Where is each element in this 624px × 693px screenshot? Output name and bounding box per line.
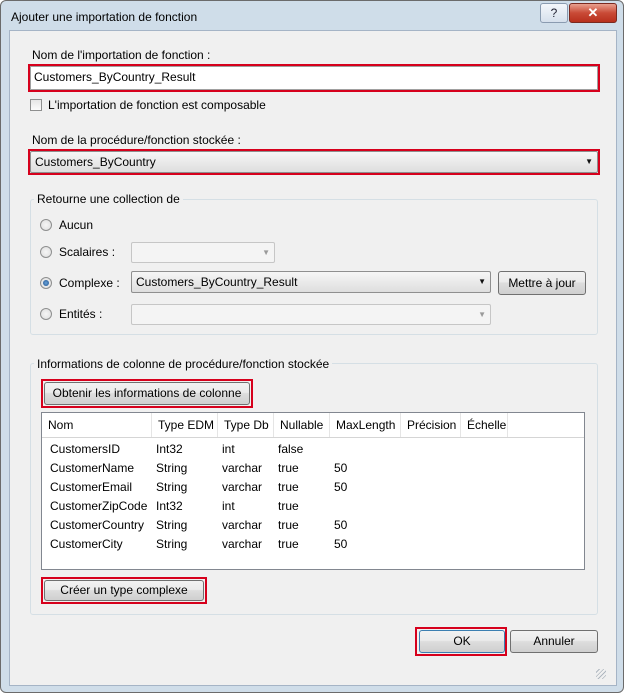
cell-name: CustomerCountry xyxy=(50,518,145,532)
close-icon: ✕ xyxy=(587,5,599,20)
cell-name: CustomerCity xyxy=(50,537,123,551)
dialog-window: Ajouter une importation de fonction ? ✕ … xyxy=(0,0,624,693)
highlight-ok-button xyxy=(415,627,507,656)
cell-maxlength: 50 xyxy=(334,461,348,475)
composable-checkbox[interactable] xyxy=(30,99,42,111)
column-info-list[interactable]: Nom Type EDM Type Db Nullable MaxLength … xyxy=(41,412,585,570)
cell-maxlength: 50 xyxy=(334,518,348,532)
highlight-stored-procedure xyxy=(28,149,600,175)
chevron-down-icon: ▼ xyxy=(478,277,486,286)
radio-scalars[interactable] xyxy=(40,246,52,258)
column-header-edm-type[interactable]: Type EDM xyxy=(152,413,218,437)
column-header-db-type[interactable]: Type Db xyxy=(218,413,274,437)
update-button[interactable]: Mettre à jour xyxy=(498,271,586,295)
highlight-name-input xyxy=(28,64,600,92)
radio-entities-label: Entités : xyxy=(59,307,103,321)
table-row[interactable]: CustomerName String varchar true 50 xyxy=(42,459,584,478)
table-row[interactable]: CustomerCity String varchar true 50 xyxy=(42,535,584,554)
table-row[interactable]: CustomersID Int32 int false xyxy=(42,440,584,459)
table-row[interactable]: CustomerCountry String varchar true 50 xyxy=(42,516,584,535)
cell-db-type: varchar xyxy=(222,537,263,551)
column-header-maxlength[interactable]: MaxLength xyxy=(330,413,401,437)
cell-name: CustomerEmail xyxy=(50,480,133,494)
radio-scalars-label: Scalaires : xyxy=(59,245,116,259)
cell-maxlength: 50 xyxy=(334,537,348,551)
cell-maxlength: 50 xyxy=(334,480,348,494)
dialog-content: Nom de l'importation de fonction : Custo… xyxy=(9,30,617,686)
radio-none[interactable] xyxy=(40,219,52,231)
window-title: Ajouter une importation de fonction xyxy=(11,10,198,24)
table-row[interactable]: CustomerEmail String varchar true 50 xyxy=(42,478,584,497)
cell-db-type: varchar xyxy=(222,480,263,494)
cell-nullable: true xyxy=(278,480,299,494)
cell-name: CustomersID xyxy=(50,442,121,456)
list-header: Nom Type EDM Type Db Nullable MaxLength … xyxy=(42,413,584,438)
cell-db-type: varchar xyxy=(222,518,263,532)
cell-db-type: varchar xyxy=(222,461,263,475)
scalars-select[interactable]: ▼ xyxy=(131,242,275,263)
cell-edm-type: String xyxy=(156,480,188,494)
cell-nullable: true xyxy=(278,461,299,475)
highlight-get-column-info xyxy=(41,379,253,408)
chevron-down-icon: ▼ xyxy=(262,248,270,257)
function-import-name-label: Nom de l'importation de fonction : xyxy=(32,48,211,62)
radio-none-label: Aucun xyxy=(59,218,94,232)
cell-db-type: int xyxy=(222,442,235,456)
cell-edm-type: String xyxy=(156,461,188,475)
help-icon: ? xyxy=(550,6,558,20)
cancel-button[interactable]: Annuler xyxy=(510,630,598,653)
close-button[interactable]: ✕ xyxy=(569,3,617,23)
cell-nullable: true xyxy=(278,518,299,532)
cell-name: CustomerZipCode xyxy=(50,499,148,513)
table-row[interactable]: CustomerZipCode Int32 int true xyxy=(42,497,584,516)
radio-entities[interactable] xyxy=(40,308,52,320)
column-info-group-title: Informations de colonne de procédure/fon… xyxy=(34,357,333,371)
help-button[interactable]: ? xyxy=(540,3,568,23)
radio-complex[interactable] xyxy=(40,277,52,289)
complex-type-value: Customers_ByCountry_Result xyxy=(136,275,298,289)
chevron-down-icon: ▼ xyxy=(478,310,486,319)
column-header-precision[interactable]: Précision xyxy=(401,413,461,437)
complex-type-select[interactable]: Customers_ByCountry_Result ▼ xyxy=(131,271,491,293)
returns-group-title: Retourne une collection de xyxy=(34,192,183,206)
cell-nullable: true xyxy=(278,537,299,551)
cell-db-type: int xyxy=(222,499,235,513)
highlight-create-complex-type xyxy=(41,577,207,604)
resize-grip-icon[interactable] xyxy=(596,669,606,679)
column-header-nullable[interactable]: Nullable xyxy=(274,413,330,437)
column-header-scale[interactable]: Échelle xyxy=(461,413,508,437)
cell-edm-type: Int32 xyxy=(156,442,183,456)
cell-nullable: true xyxy=(278,499,299,513)
cell-edm-type: Int32 xyxy=(156,499,183,513)
cell-name: CustomerName xyxy=(50,461,135,475)
cell-nullable: false xyxy=(278,442,304,456)
composable-label: L'importation de fonction est composable xyxy=(48,98,266,112)
cell-edm-type: String xyxy=(156,518,188,532)
entities-select[interactable]: ▼ xyxy=(131,304,491,325)
radio-complex-label: Complexe : xyxy=(59,276,120,290)
column-header-name[interactable]: Nom xyxy=(42,413,152,437)
title-bar[interactable]: Ajouter une importation de fonction ? ✕ xyxy=(1,1,623,31)
stored-procedure-label: Nom de la procédure/fonction stockée : xyxy=(32,133,241,147)
cell-edm-type: String xyxy=(156,537,188,551)
